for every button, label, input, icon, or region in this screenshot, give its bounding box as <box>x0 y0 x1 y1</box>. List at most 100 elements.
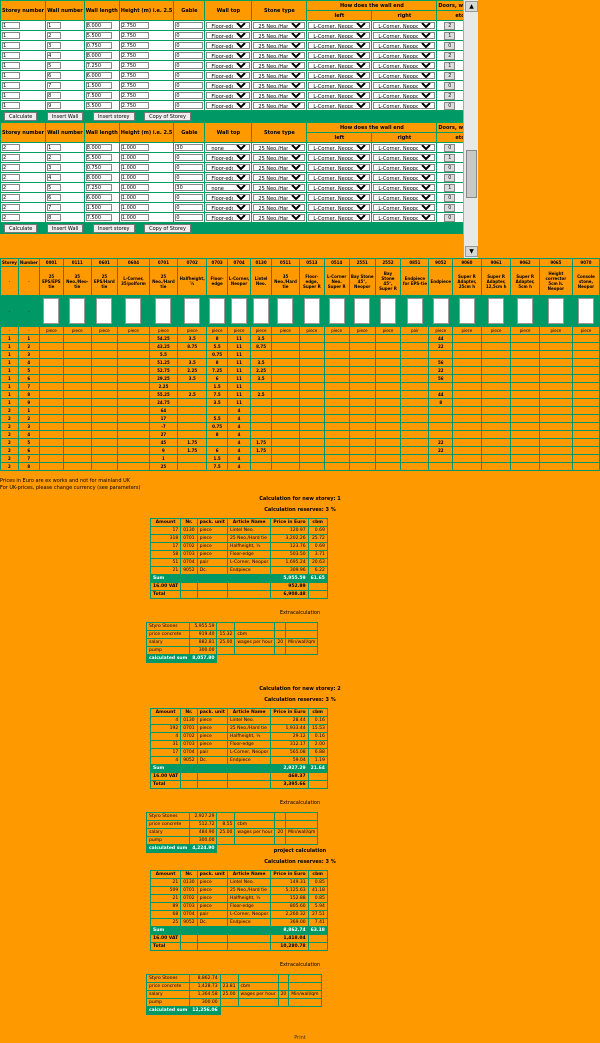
height-input[interactable] <box>120 42 149 49</box>
length-input[interactable] <box>85 82 112 89</box>
left-end-select[interactable]: L-Corner, Neopor <box>308 183 371 191</box>
right-end-select[interactable]: L-Corner, Neopor <box>373 51 436 59</box>
stone-select[interactable]: 25 Neo./Hard tie <box>253 41 306 49</box>
gable-input[interactable] <box>175 184 204 191</box>
stone-select[interactable]: 25 Neo./Hard tie <box>253 143 306 151</box>
gable-input[interactable] <box>175 62 204 69</box>
right-end-select[interactable]: L-Corner, Neopor <box>373 153 436 161</box>
walltop-select[interactable]: none <box>206 143 251 151</box>
wall-input[interactable] <box>47 214 62 221</box>
length-input[interactable] <box>85 92 112 99</box>
right-end-select[interactable]: L-Corner, Neopor <box>373 183 436 191</box>
length-input[interactable] <box>85 102 112 109</box>
walltop-select[interactable]: Floor-edge <box>206 41 251 49</box>
copy-storey-button[interactable]: Copy of Storey <box>144 112 191 121</box>
stone-select[interactable]: 25 Neo./Hard tie <box>253 91 306 99</box>
insert-wall-button[interactable]: Insert Wall <box>46 112 84 121</box>
right-end-select[interactable]: L-Corner, Neopor <box>373 31 436 39</box>
wall-input[interactable] <box>47 82 62 89</box>
length-input[interactable] <box>85 22 112 29</box>
walltop-select[interactable]: Floor-edge <box>206 31 251 39</box>
gable-input[interactable] <box>175 42 204 49</box>
stone-select[interactable]: 25 Neo./Hard tie <box>253 71 306 79</box>
stone-select[interactable]: 25 Neo./Hard tie <box>253 81 306 89</box>
wall-input[interactable] <box>47 144 62 151</box>
frame-scrollbar[interactable]: ▲ ▼ <box>463 0 478 258</box>
doors-button[interactable]: 0 <box>444 213 456 222</box>
storey-input[interactable] <box>2 22 20 29</box>
doors-button[interactable]: 0 <box>444 173 456 182</box>
length-input[interactable] <box>85 62 112 69</box>
left-end-select[interactable]: L-Corner, Neopor <box>308 41 371 49</box>
gable-input[interactable] <box>175 22 204 29</box>
left-end-select[interactable]: L-Corner, Neopor <box>308 61 371 69</box>
gable-input[interactable] <box>175 214 204 221</box>
right-end-select[interactable]: L-Corner, Neopor <box>373 61 436 69</box>
height-input[interactable] <box>120 62 149 69</box>
calculate-button[interactable]: Calculate <box>4 224 38 233</box>
height-input[interactable] <box>120 204 149 211</box>
stone-select[interactable]: 25 Neo./Hard tie <box>253 61 306 69</box>
right-end-select[interactable]: L-Corner, Neopor <box>373 41 436 49</box>
right-end-select[interactable]: L-Corner, Neopor <box>373 173 436 181</box>
gable-input[interactable] <box>175 204 204 211</box>
walltop-select[interactable]: Floor-edge <box>206 193 251 201</box>
height-input[interactable] <box>120 144 149 151</box>
storey-input[interactable] <box>2 144 20 151</box>
right-end-select[interactable]: L-Corner, Neopor <box>373 91 436 99</box>
doors-button[interactable]: 2 <box>444 21 456 30</box>
stone-select[interactable]: 25 Neo./Hard tie <box>253 163 306 171</box>
length-input[interactable] <box>85 52 112 59</box>
storey-input[interactable] <box>2 62 20 69</box>
doors-button[interactable]: 2 <box>444 51 456 60</box>
storey-input[interactable] <box>2 214 20 221</box>
stone-select[interactable]: 25 Neo./Hard tie <box>253 21 306 29</box>
left-end-select[interactable]: L-Corner, Neopor <box>308 21 371 29</box>
doors-button[interactable]: 0 <box>444 193 456 202</box>
height-input[interactable] <box>120 32 149 39</box>
walltop-select[interactable]: Floor-edge <box>206 61 251 69</box>
gable-input[interactable] <box>175 72 204 79</box>
length-input[interactable] <box>85 154 112 161</box>
wall-input[interactable] <box>47 154 62 161</box>
wall-input[interactable] <box>47 102 62 109</box>
doors-button[interactable]: 1 <box>444 61 456 70</box>
copy-storey-button[interactable]: Copy of Storey <box>144 224 191 233</box>
length-input[interactable] <box>85 174 112 181</box>
walltop-select[interactable]: Floor-edge <box>206 51 251 59</box>
calculate-button[interactable]: Calculate <box>4 112 38 121</box>
doors-button[interactable]: 1 <box>444 183 456 192</box>
walltop-select[interactable]: Floor-edge <box>206 163 251 171</box>
gable-input[interactable] <box>175 82 204 89</box>
wall-input[interactable] <box>47 42 62 49</box>
walltop-select[interactable]: none <box>206 183 251 191</box>
stone-select[interactable]: 25 Neo./Hard tie <box>253 203 306 211</box>
length-input[interactable] <box>85 194 112 201</box>
length-input[interactable] <box>85 72 112 79</box>
walltop-select[interactable]: Floor-edge <box>206 101 251 109</box>
right-end-select[interactable]: L-Corner, Neopor <box>373 21 436 29</box>
height-input[interactable] <box>120 174 149 181</box>
left-end-select[interactable]: L-Corner, Neopor <box>308 91 371 99</box>
wall-input[interactable] <box>47 52 62 59</box>
walltop-select[interactable]: Floor-edge <box>206 91 251 99</box>
wall-input[interactable] <box>47 62 62 69</box>
storey-input[interactable] <box>2 184 20 191</box>
walltop-select[interactable]: Floor-edge <box>206 213 251 221</box>
height-input[interactable] <box>120 214 149 221</box>
insert-wall-button[interactable]: Insert Wall <box>46 224 84 233</box>
left-end-select[interactable]: L-Corner, Neopor <box>308 203 371 211</box>
scrollbar-thumb[interactable] <box>466 150 477 198</box>
stone-select[interactable]: 25 Neo./Hard tie <box>253 153 306 161</box>
storey-input[interactable] <box>2 42 20 49</box>
doors-button[interactable]: 0 <box>444 143 456 152</box>
doors-button[interactable]: 0 <box>444 203 456 212</box>
storey-input[interactable] <box>2 102 20 109</box>
wall-input[interactable] <box>47 22 62 29</box>
stone-select[interactable]: 25 Neo./Hard tie <box>253 193 306 201</box>
insert-storey-button[interactable]: Insert storey <box>92 224 135 233</box>
storey-input[interactable] <box>2 92 20 99</box>
doors-button[interactable]: 1 <box>444 153 456 162</box>
walltop-select[interactable]: Floor-edge <box>206 173 251 181</box>
height-input[interactable] <box>120 82 149 89</box>
